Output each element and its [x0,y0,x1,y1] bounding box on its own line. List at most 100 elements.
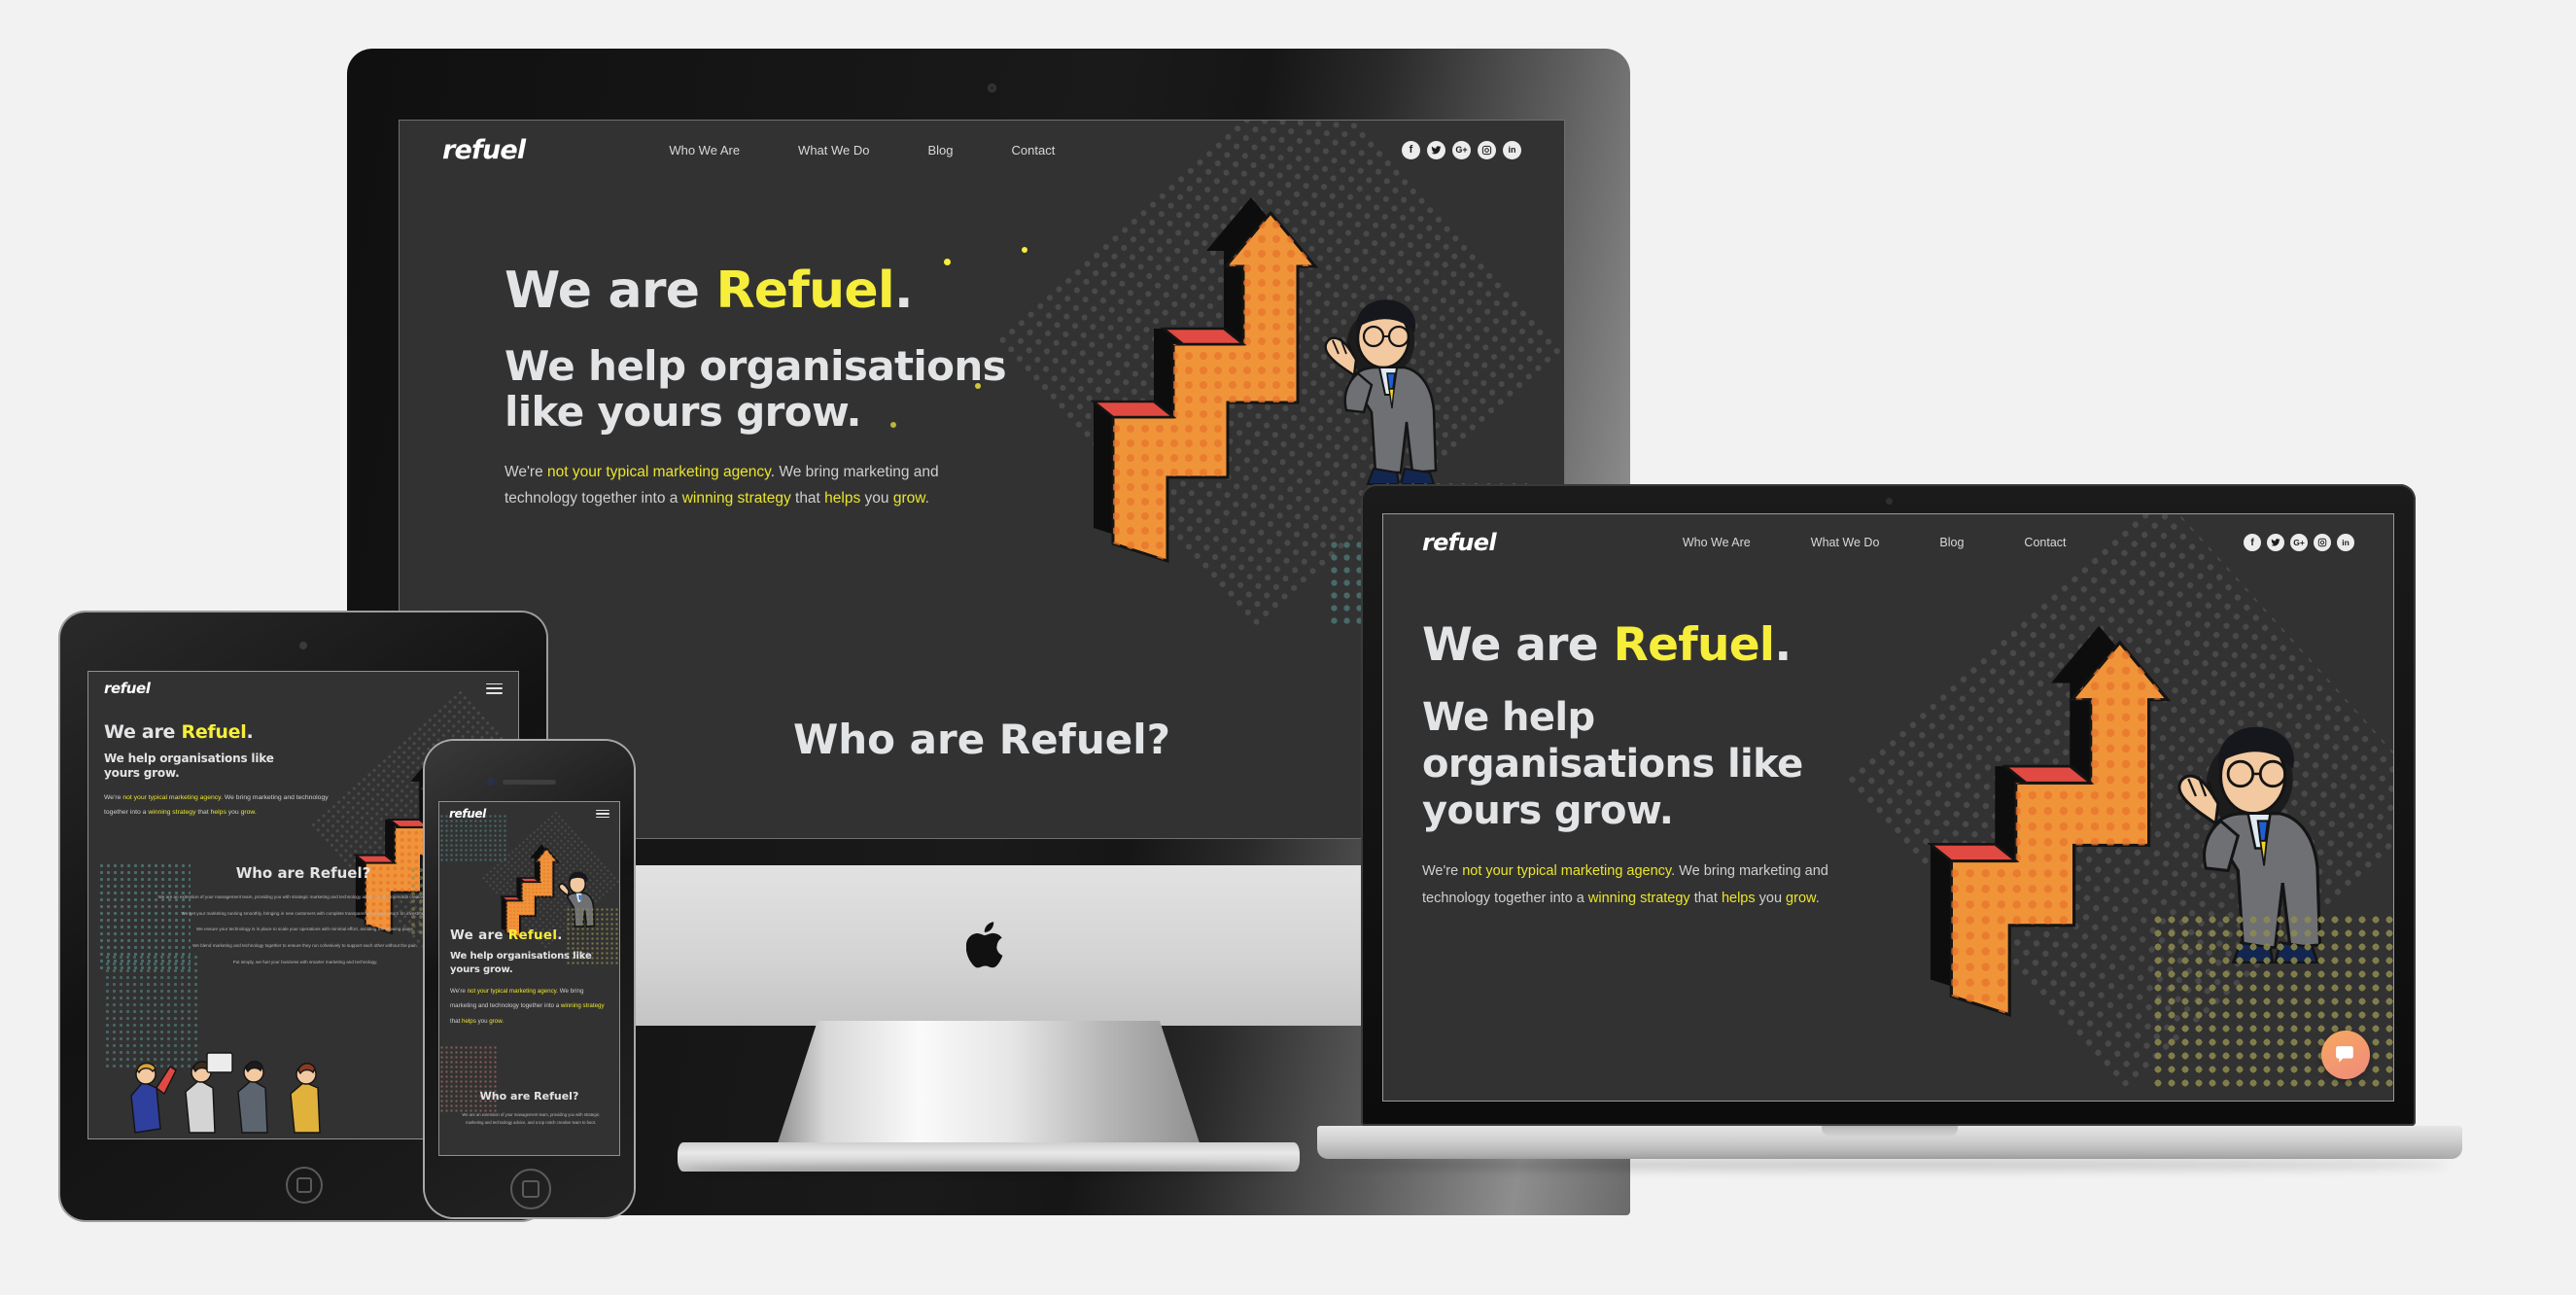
nav-item-blog[interactable]: Blog [1939,536,1964,549]
iphone-screen: refuel We are Refuel. We help organisati… [438,801,620,1156]
nav-item-who-we-are[interactable]: Who We Are [669,143,740,158]
team-comic-illustration [130,1052,321,1134]
para-seg-3: that [1689,891,1722,907]
instagram-icon[interactable] [2314,534,2331,551]
linkedin-icon[interactable]: in [1503,140,1521,159]
imac-shadow [689,1165,1288,1174]
hero-line1-period: . [557,928,563,943]
hero-line-4: yours grow. [1422,788,1674,833]
facebook-icon[interactable]: f [2244,534,2261,551]
para-seg-4: you [1755,891,1787,907]
para-accent-4: grow [240,808,255,816]
hero-line1-period: . [893,262,914,320]
hero-line-2: We help [1422,694,1595,740]
site-header-tablet: refuel [88,672,518,705]
para-accent-1: not your typical marketing agency [547,464,771,481]
macbook-camera-icon [1886,498,1893,505]
twitter-icon[interactable] [1427,140,1445,159]
hero-line1-plain: We are [505,262,716,320]
imac-camera-icon [988,84,996,92]
hero-line1-period: . [1774,618,1792,672]
para-seg-5: . [924,489,929,507]
hero-paragraph: We're not your typical marketing agency.… [450,984,610,1030]
website-laptop: refuel Who We Are What We Do Blog Contac… [1383,514,2393,1101]
hero-paragraph: We're not your typical marketing agency.… [104,791,332,821]
section-title-who-are-refuel: Who are Refuel? [479,1090,579,1102]
website-mobile: refuel We are Refuel. We help organisati… [439,802,619,1155]
nav-item-who-we-are[interactable]: Who We Are [1683,536,1751,549]
site-header-laptop: refuel Who We Are What We Do Blog Contac… [1383,514,2393,571]
google-plus-icon[interactable]: G+ [1452,140,1471,159]
para-seg-5: . [254,808,257,816]
google-plus-icon[interactable]: G+ [2290,534,2308,551]
chat-bubble-button[interactable] [2321,1031,2370,1079]
para-accent-3: helps [824,489,861,507]
iphone-speaker [503,780,556,785]
brand-logo[interactable]: refuel [442,135,526,165]
nav-item-blog[interactable]: Blog [928,143,954,158]
macbook-notch [1822,1126,1958,1137]
macbook-shadow [1335,1159,2448,1171]
para-seg-5: . [1815,891,1820,907]
hero-line1-plain: We are [104,721,182,743]
device-iphone-mobile: refuel We are Refuel. We help organisati… [425,741,634,1217]
para-seg-3: that [790,489,825,507]
nav-item-contact[interactable]: Contact [1012,143,1056,158]
hero-line-3: yours grow. [450,963,513,975]
primary-nav: Who We Are What We Do Blog Contact [1683,536,2067,549]
para-seg-1: We're [104,793,123,801]
facebook-icon[interactable]: f [1402,140,1420,159]
hero-line-2: We help organisations like [104,751,274,765]
nav-item-what-we-do[interactable]: What We Do [1811,536,1880,549]
iphone-camera-icon [487,778,495,786]
iphone-home-button[interactable] [510,1169,551,1209]
hero-copy-tablet: We are Refuel. We help organisations lik… [104,722,347,821]
ipad-home-button[interactable] [286,1167,323,1204]
nav-item-contact[interactable]: Contact [2024,536,2066,549]
section-paragraph: We are an extension of your management t… [462,1112,600,1126]
hero-line1-plain: We are [1422,618,1614,672]
primary-nav: Who We Are What We Do Blog Contact [669,143,1055,158]
hero-line-3: organisations like [1422,741,1803,787]
brand-logo[interactable]: refuel [1422,529,1497,556]
para-accent-2: winning strategy [1587,891,1690,907]
linkedin-icon[interactable]: in [2337,534,2354,551]
hero-line-1: We are Refuel. [1422,618,1928,672]
para-seg-1: We're [505,464,548,481]
hamburger-icon[interactable] [596,809,609,819]
mockup-stage: refuel Who We Are What We Do Blog Contac… [0,0,2576,1295]
hero-line1-plain: We are [450,928,508,943]
para-accent-2: winning strategy [681,489,791,507]
para-seg-5: . [502,1017,505,1025]
brand-logo[interactable]: refuel [104,680,151,697]
instagram-icon[interactable] [1478,140,1496,159]
device-macbook-laptop: refuel Who We Are What We Do Blog Contac… [1317,484,2484,1204]
para-accent-4: grow [892,489,925,507]
hamburger-icon[interactable] [486,682,503,694]
rose-dot-cluster [439,1045,498,1113]
para-accent-2: winning strategy [148,808,196,816]
para-accent-3: helps [1721,891,1756,907]
para-seg-3: that [450,1017,463,1025]
hero-paragraph: We're not your typical marketing agency.… [1422,858,1840,913]
spark-dot [1022,247,1027,253]
site-header-mobile: refuel [439,802,619,825]
nav-item-what-we-do[interactable]: What We Do [798,143,869,158]
twitter-icon[interactable] [2267,534,2284,551]
social-links: f G+ in [1402,140,1521,159]
para-accent-1: not your typical marketing agency [467,987,557,995]
chat-bubble-icon [2335,1045,2353,1063]
hero-line-2: We help organisations [505,342,1007,391]
hero-copy-mobile: We are Refuel. We help organisations lik… [450,928,615,1029]
hero-line-1: We are Refuel. [450,928,615,943]
para-seg-4: you [226,808,241,816]
apple-logo-icon [966,922,1003,968]
hero-line1-accent: Refuel [715,262,895,320]
brand-logo[interactable]: refuel [449,807,486,821]
hero-line1-accent: Refuel [1613,618,1775,672]
para-accent-3: helps [210,808,226,816]
macbook-lid: refuel Who We Are What We Do Blog Contac… [1361,484,2416,1126]
para-accent-1: not your typical marketing agency [1462,862,1672,879]
businessman-illustration [1324,299,1438,485]
imac-stand-neck [775,1021,1202,1152]
